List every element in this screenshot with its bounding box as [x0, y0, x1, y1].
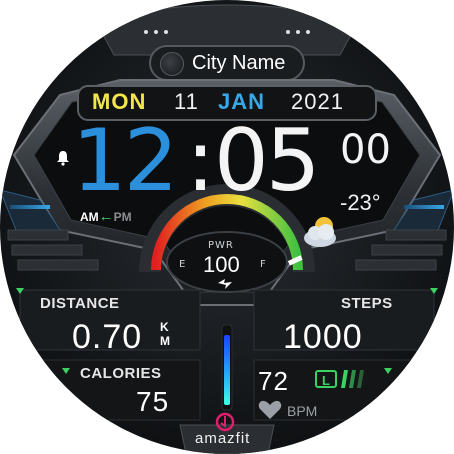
distance-unit-k: K: [160, 320, 169, 334]
distance-unit-m: M: [160, 334, 170, 348]
brand-logo-icon: [215, 412, 235, 432]
steps-value[interactable]: 1000: [283, 318, 363, 357]
distance-value[interactable]: 0.70: [72, 318, 142, 357]
heart-rate-zone-badge: L: [315, 370, 337, 388]
moon-phase-icon: [160, 52, 184, 76]
seconds: 00: [340, 127, 391, 173]
brand-name: amazfit: [195, 430, 251, 447]
calories-value[interactable]: 75: [136, 386, 169, 418]
temperature[interactable]: -23°: [340, 190, 381, 216]
steps-label: STEPS: [341, 295, 393, 312]
watch-face: City Name MON 11 JAN 2021 12 : 05 00 -23…: [0, 0, 454, 454]
am-label: AM: [80, 210, 99, 224]
arrow-left-icon: ←: [98, 208, 114, 225]
power-value[interactable]: 100: [203, 252, 240, 278]
bpm-label: BPM: [287, 403, 318, 419]
calories-label: CALORIES: [80, 365, 162, 382]
partly-cloudy-icon[interactable]: [302, 214, 342, 250]
am-pm-indicator: AM←PM: [80, 208, 132, 225]
pm-label: PM: [113, 210, 132, 224]
center-progress-bar: [224, 335, 230, 405]
distance-unit: K M: [160, 320, 170, 348]
heart-icon: [258, 400, 282, 419]
power-label: PWR: [208, 240, 234, 251]
city-name[interactable]: City Name: [192, 52, 285, 75]
distance-label: DISTANCE: [40, 295, 120, 312]
alarm-bell-icon[interactable]: [56, 150, 70, 166]
minutes: 05: [214, 111, 320, 211]
heart-rate-zone-bars: [341, 370, 364, 388]
hours: 12: [72, 111, 178, 211]
power-full-label: F: [260, 259, 266, 270]
heart-rate-value[interactable]: 72: [258, 366, 289, 397]
charging-bolt-icon: [218, 279, 232, 289]
time-separator: :: [186, 111, 215, 211]
power-empty-label: E: [179, 259, 186, 270]
